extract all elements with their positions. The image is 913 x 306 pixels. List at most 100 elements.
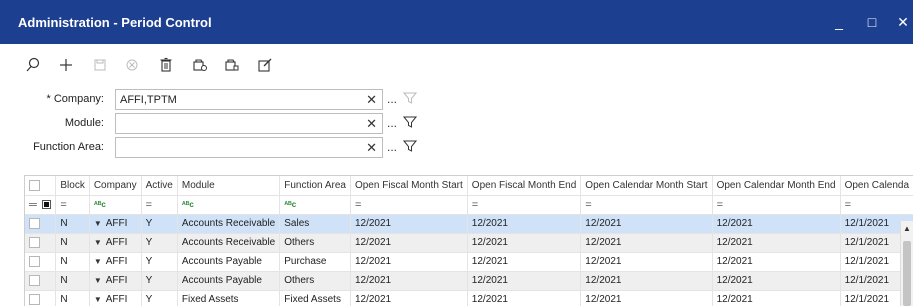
cancel-icon[interactable]: [123, 56, 143, 76]
delete-icon[interactable]: [157, 56, 177, 76]
module-lookup-button[interactable]: ...: [387, 116, 397, 130]
vertical-scrollbar[interactable]: ▲: [900, 221, 913, 306]
row-checkbox[interactable]: [25, 290, 57, 306]
copy-icon[interactable]: [191, 56, 211, 76]
function-area-lookup-button[interactable]: ...: [387, 140, 397, 154]
active-cell[interactable]: Y: [141, 271, 178, 291]
company-input[interactable]: AFFI,TPTM ✕: [115, 89, 383, 110]
expand-arrow-icon[interactable]: ▼: [94, 257, 102, 266]
company-lookup-button[interactable]: ...: [387, 92, 397, 106]
fiscal-end-cell[interactable]: 12/2021: [467, 271, 582, 291]
calendar-end-cell[interactable]: 12/2021: [712, 252, 841, 272]
expand-arrow-icon[interactable]: ▼: [94, 276, 102, 285]
module-cell[interactable]: Fixed Assets: [177, 290, 281, 306]
block-cell[interactable]: N: [55, 252, 90, 272]
table-row[interactable]: N ▼ AFFI Y Accounts Receivable Others 12/…: [25, 233, 913, 253]
block-cell[interactable]: N: [55, 233, 90, 253]
filter-cell[interactable]: =: [350, 195, 468, 215]
calendar-end-cell[interactable]: 12/2021: [712, 214, 841, 234]
expand-arrow-icon[interactable]: ▼: [94, 238, 102, 247]
fiscal-start-cell[interactable]: 12/2021: [350, 290, 468, 306]
active-cell[interactable]: Y: [141, 290, 178, 306]
function-area-cell[interactable]: Others: [279, 233, 351, 253]
filter-cell[interactable]: ═: [25, 195, 57, 215]
calendar-start-cell[interactable]: 12/2021: [580, 214, 713, 234]
filter-cell[interactable]: ᴬᴮc: [89, 195, 142, 215]
filter-cell[interactable]: ᴬᴮc: [177, 195, 281, 215]
filter-cell[interactable]: =: [141, 195, 178, 215]
table-row[interactable]: N ▼ AFFI Y Accounts Payable Others 12/202…: [25, 271, 913, 291]
calendar-end-cell[interactable]: 12/2021: [712, 271, 841, 291]
row-checkbox[interactable]: [25, 214, 57, 234]
column-header[interactable]: Module: [177, 176, 281, 196]
calendar-start-cell[interactable]: 12/2021: [580, 233, 713, 253]
function-area-cell[interactable]: Purchase: [279, 252, 351, 272]
fiscal-start-cell[interactable]: 12/2021: [350, 271, 468, 291]
module-cell[interactable]: Accounts Receivable: [177, 233, 281, 253]
fiscal-start-cell[interactable]: 12/2021: [350, 252, 468, 272]
fiscal-end-cell[interactable]: 12/2021: [467, 290, 582, 306]
block-cell[interactable]: N: [55, 214, 90, 234]
active-cell[interactable]: Y: [141, 233, 178, 253]
filter-checkbox-icon[interactable]: [42, 200, 52, 210]
fiscal-end-cell[interactable]: 12/2021: [467, 252, 582, 272]
column-header[interactable]: Block: [55, 176, 90, 196]
paste-icon[interactable]: [223, 56, 243, 76]
row-checkbox[interactable]: [25, 271, 57, 291]
function-area-cell[interactable]: Sales: [279, 214, 351, 234]
column-header[interactable]: Open Fiscal Month Start: [350, 176, 468, 196]
company-cell[interactable]: ▼ AFFI: [89, 233, 142, 253]
block-cell[interactable]: N: [55, 290, 90, 306]
fiscal-end-cell[interactable]: 12/2021: [467, 214, 582, 234]
expand-arrow-icon[interactable]: ▼: [94, 219, 102, 228]
company-cell[interactable]: ▼ AFFI: [89, 252, 142, 272]
fiscal-start-cell[interactable]: 12/2021: [350, 233, 468, 253]
column-header[interactable]: Open Fiscal Month End: [467, 176, 582, 196]
company-cell[interactable]: ▼ AFFI: [89, 290, 142, 306]
active-cell[interactable]: Y: [141, 214, 178, 234]
filter-cell[interactable]: =: [840, 195, 913, 215]
fiscal-start-cell[interactable]: 12/2021: [350, 214, 468, 234]
filter-cell[interactable]: =: [580, 195, 713, 215]
contains-filter-icon[interactable]: ᴬᴮc: [182, 200, 194, 209]
function-area-input[interactable]: ✕: [115, 137, 383, 158]
table-row[interactable]: N ▼ AFFI Y Accounts Receivable Sales 12/2…: [25, 214, 913, 234]
contains-filter-icon[interactable]: ᴬᴮc: [284, 200, 296, 209]
expand-arrow-icon[interactable]: ▼: [94, 295, 102, 304]
function-area-cell[interactable]: Others: [279, 271, 351, 291]
company-cell[interactable]: ▼ AFFI: [89, 214, 142, 234]
module-cell[interactable]: Accounts Receivable: [177, 214, 281, 234]
edit-icon[interactable]: [256, 56, 276, 76]
calendar-start-cell[interactable]: 12/2021: [580, 271, 713, 291]
company-clear-icon[interactable]: ✕: [366, 92, 377, 108]
add-icon[interactable]: [57, 56, 77, 76]
column-header[interactable]: Open Calendar Month Start: [580, 176, 713, 196]
search-icon[interactable]: [24, 56, 44, 76]
scroll-up-icon[interactable]: ▲: [903, 224, 911, 233]
filter-cell[interactable]: =: [55, 195, 90, 215]
scrollbar-thumb[interactable]: [903, 241, 911, 306]
minimize-button[interactable]: _: [829, 13, 849, 31]
block-cell[interactable]: N: [55, 271, 90, 291]
active-cell[interactable]: Y: [141, 252, 178, 272]
fiscal-end-cell[interactable]: 12/2021: [467, 233, 582, 253]
filter-icon[interactable]: [402, 91, 418, 108]
save-icon[interactable]: [91, 56, 111, 76]
filter-cell[interactable]: =: [712, 195, 841, 215]
row-checkbox[interactable]: [25, 252, 57, 272]
contains-filter-icon[interactable]: ᴬᴮc: [94, 200, 106, 209]
column-header[interactable]: Active: [141, 176, 178, 196]
calendar-end-cell[interactable]: 12/2021: [712, 233, 841, 253]
table-row[interactable]: N ▼ AFFI Y Accounts Payable Purchase 12/2…: [25, 252, 913, 272]
module-cell[interactable]: Accounts Payable: [177, 252, 281, 272]
column-header[interactable]: Function Area: [279, 176, 351, 196]
module-cell[interactable]: Accounts Payable: [177, 271, 281, 291]
column-header[interactable]: Open Calendar Month End: [712, 176, 841, 196]
company-cell[interactable]: ▼ AFFI: [89, 271, 142, 291]
close-button[interactable]: ✕: [893, 13, 913, 31]
module-clear-icon[interactable]: ✕: [366, 116, 377, 132]
filter-icon[interactable]: [402, 139, 418, 156]
column-header[interactable]: Open Calenda: [840, 176, 913, 196]
calendar-start-cell[interactable]: 12/2021: [580, 290, 713, 306]
calendar-start-cell[interactable]: 12/2021: [580, 252, 713, 272]
